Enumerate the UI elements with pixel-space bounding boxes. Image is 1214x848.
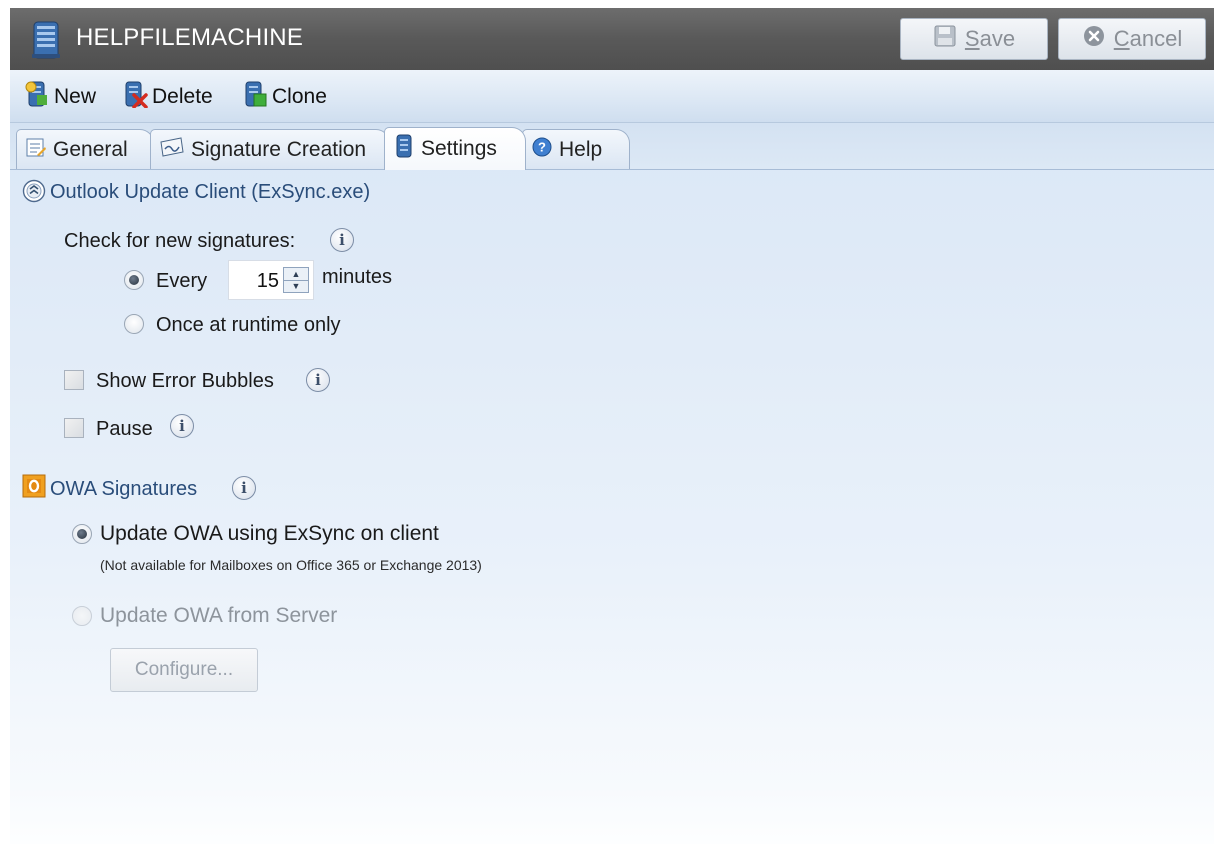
collapse-section-icon[interactable]: [22, 179, 46, 208]
new-label: New: [54, 85, 97, 108]
spin-buttons: ▲ ▼: [283, 267, 309, 293]
update-owa-server-radio[interactable]: [72, 606, 92, 626]
configure-button[interactable]: Configure...: [110, 648, 258, 692]
once-at-runtime-radio[interactable]: [124, 314, 144, 334]
svg-text:?: ?: [538, 139, 546, 154]
clone-label: Clone: [272, 85, 327, 108]
tab-signature-creation-label: Signature Creation: [191, 137, 367, 161]
owa-info-icon[interactable]: i: [232, 476, 256, 500]
tab-strip: General Signature Creation Settings ? He…: [10, 123, 1214, 170]
tab-settings[interactable]: Settings: [384, 127, 526, 170]
window-title: HELPFILEMACHINE: [76, 24, 304, 51]
pause-info-icon[interactable]: i: [170, 414, 194, 438]
cancel-label: Cancel: [1113, 26, 1183, 51]
new-button[interactable]: New: [24, 80, 97, 114]
show-error-bubbles-info-icon[interactable]: i: [306, 368, 330, 392]
toolbar: New Delete Clone: [10, 70, 1214, 123]
outlook-web-app-icon: [22, 474, 46, 503]
minutes-value[interactable]: 15: [257, 270, 279, 293]
save-button[interactable]: Save: [900, 18, 1048, 60]
settings-icon: [393, 133, 415, 165]
save-label: Save: [964, 26, 1016, 51]
new-server-icon: [24, 80, 50, 114]
delete-server-icon: [122, 80, 148, 114]
minutes-spinner[interactable]: 15 ▲ ▼: [228, 260, 314, 300]
check-new-signatures-label: Check for new signatures:: [64, 230, 296, 252]
tab-settings-label: Settings: [421, 137, 497, 160]
owa-section-title: OWA Signatures: [50, 478, 198, 500]
title-bar: HELPFILEMACHINE Save Cancel: [10, 8, 1214, 70]
outlook-section-title: Outlook Update Client (ExSync.exe): [50, 181, 371, 203]
floppy-disk-icon: [933, 24, 957, 54]
tab-help-label: Help: [559, 137, 603, 161]
delete-label: Delete: [152, 85, 213, 108]
clone-server-icon: [242, 80, 268, 114]
pause-label: Pause: [96, 418, 153, 440]
exsync-availability-note: (Not available for Mailboxes on Office 3…: [100, 557, 482, 573]
settings-window: HELPFILEMACHINE Save Cancel New Delete C…: [10, 8, 1214, 844]
show-error-bubbles-label: Show Error Bubbles: [96, 370, 274, 392]
update-owa-exsync-radio[interactable]: [72, 524, 92, 544]
general-icon: [25, 136, 47, 164]
minutes-label: minutes: [322, 266, 393, 288]
update-owa-server-label: Update OWA from Server: [100, 604, 338, 627]
tab-general[interactable]: General: [16, 129, 154, 169]
update-owa-exsync-label: Update OWA using ExSync on client: [100, 522, 439, 545]
show-error-bubbles-checkbox[interactable]: [64, 370, 84, 390]
delete-button[interactable]: Delete: [122, 80, 213, 114]
every-label: Every: [156, 270, 208, 292]
signature-creation-icon: [159, 136, 185, 164]
pause-checkbox[interactable]: [64, 418, 84, 438]
check-signatures-info-icon[interactable]: i: [330, 228, 354, 252]
cancel-button[interactable]: Cancel: [1058, 18, 1206, 60]
tab-help[interactable]: ? Help: [522, 129, 630, 169]
cancel-icon: [1082, 24, 1106, 54]
spin-down-icon[interactable]: ▼: [284, 280, 308, 292]
every-radio[interactable]: [124, 270, 144, 290]
tab-signature-creation[interactable]: Signature Creation: [150, 129, 390, 169]
server-icon: [28, 20, 64, 65]
clone-button[interactable]: Clone: [242, 80, 327, 114]
tab-general-label: General: [53, 137, 128, 161]
help-icon: ?: [531, 136, 553, 164]
once-at-runtime-label: Once at runtime only: [156, 314, 341, 336]
